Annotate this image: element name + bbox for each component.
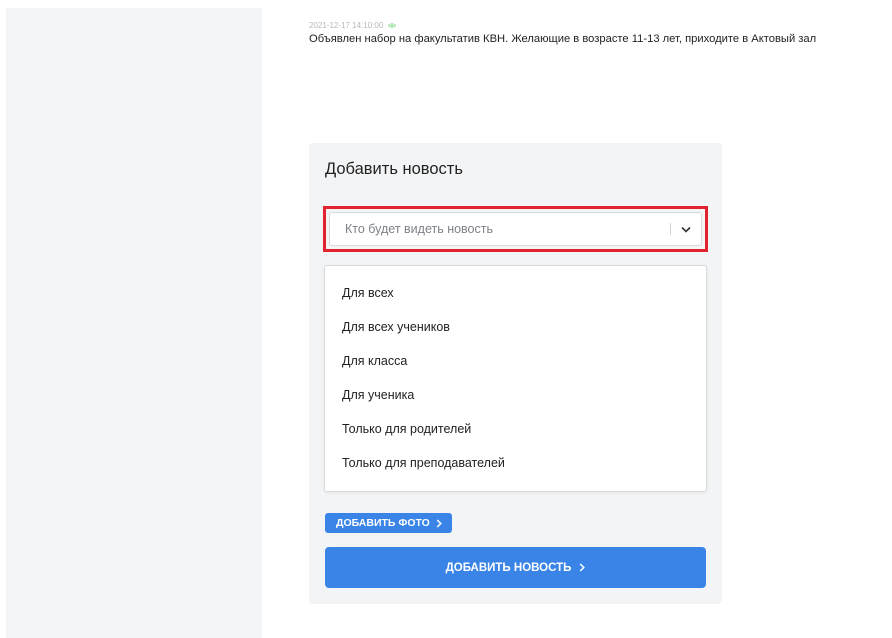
add-news-label: ДОБАВИТЬ НОВОСТЬ	[445, 561, 572, 574]
select-highlight: Кто будет видеть новость	[323, 206, 708, 252]
eye-icon	[388, 22, 397, 28]
news-item: 2021-12-17 14:10:00 Объявлен набор на фа…	[309, 19, 892, 46]
news-meta: 2021-12-17 14:10:00	[309, 19, 892, 31]
audience-select-placeholder: Кто будет видеть новость	[345, 222, 493, 236]
dropdown-option-parents[interactable]: Только для родителей	[342, 422, 471, 436]
chevron-right-icon	[580, 563, 586, 572]
dropdown-option-all[interactable]: Для всех	[342, 286, 394, 300]
audience-dropdown: Для всех Для всех учеников Для класса Дл…	[324, 265, 707, 492]
news-timestamp: 2021-12-17 14:10:00	[309, 20, 384, 30]
panel-title: Добавить новость	[325, 160, 463, 178]
dropdown-option-teachers[interactable]: Только для преподавателей	[342, 456, 505, 470]
add-photo-button[interactable]: ДОБАВИТЬ ФОТО	[325, 513, 452, 533]
dropdown-option-student[interactable]: Для ученика	[342, 388, 414, 402]
chevron-right-icon	[436, 518, 442, 528]
news-text: Объявлен набор на факультатив КВН. Желаю…	[309, 33, 817, 45]
add-news-button[interactable]: ДОБАВИТЬ НОВОСТЬ	[325, 547, 706, 588]
dropdown-option-class[interactable]: Для класса	[342, 354, 407, 368]
add-news-panel: Добавить новость Кто будет видеть новост…	[309, 143, 722, 604]
audience-select[interactable]: Кто будет видеть новость	[329, 212, 702, 246]
add-photo-label: ДОБАВИТЬ ФОТО	[336, 517, 430, 529]
sidebar	[6, 8, 262, 638]
dropdown-option-all-students[interactable]: Для всех учеников	[342, 320, 450, 334]
chevron-down-icon[interactable]	[671, 212, 701, 246]
